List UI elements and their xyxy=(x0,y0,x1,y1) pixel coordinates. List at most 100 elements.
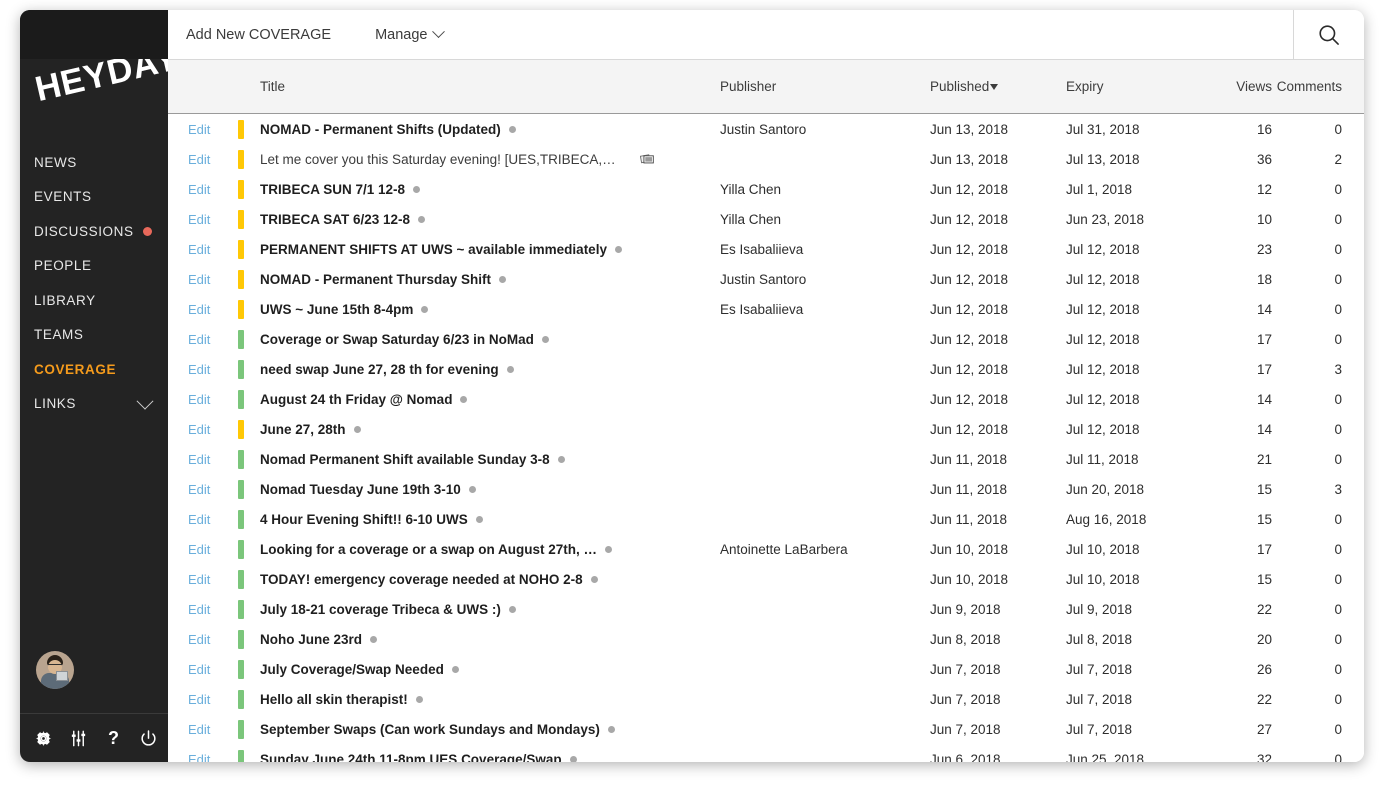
table-row[interactable]: Edit June 27, 28th Jun 12, 2018 Jul 12, 201… xyxy=(168,414,1364,444)
status-color-bar xyxy=(238,299,244,319)
row-title-cell[interactable]: TRIBECA SAT 6/23 12-8 xyxy=(260,212,720,227)
table-row[interactable]: Edit July 18-21 coverage Tribeca & UWS :)… xyxy=(168,594,1364,624)
sidebar-item-events[interactable]: EVENTS xyxy=(20,180,168,215)
table-row[interactable]: Edit TRIBECA SAT 6/23 12-8 Yilla Chen Jun 1… xyxy=(168,204,1364,234)
row-title-cell[interactable]: TRIBECA SUN 7/1 12-8 xyxy=(260,182,720,197)
row-title-cell[interactable]: 4 Hour Evening Shift!! 6-10 UWS xyxy=(260,512,720,527)
edit-link[interactable]: Edit xyxy=(188,572,210,587)
row-title-cell[interactable]: June 27, 28th xyxy=(260,422,720,437)
edit-link[interactable]: Edit xyxy=(188,122,210,137)
table-row[interactable]: Edit September Swaps (Can work Sundays an… xyxy=(168,714,1364,744)
table-row[interactable]: Edit PERMANENT SHIFTS AT UWS ~ available … xyxy=(168,234,1364,264)
header-comments[interactable]: Comments xyxy=(1272,79,1364,94)
table-row[interactable]: Edit Looking for a coverage or a swap on … xyxy=(168,534,1364,564)
power-icon[interactable] xyxy=(139,729,158,748)
edit-link[interactable]: Edit xyxy=(188,242,210,257)
header-expiry[interactable]: Expiry xyxy=(1066,79,1196,94)
header-views[interactable]: Views xyxy=(1196,79,1272,94)
row-title-cell[interactable]: NOMAD - Permanent Thursday Shift xyxy=(260,272,720,287)
sidebar-item-library[interactable]: LIBRARY xyxy=(20,283,168,318)
row-title-cell[interactable]: Hello all skin therapist! xyxy=(260,692,720,707)
status-dot-icon xyxy=(605,545,613,553)
edit-link[interactable]: Edit xyxy=(188,452,210,467)
sidebar-item-people[interactable]: PEOPLE xyxy=(20,249,168,284)
sidebar-item-news[interactable]: NEWS xyxy=(20,145,168,180)
row-title-cell[interactable]: Looking for a coverage or a swap on Augu… xyxy=(260,542,720,557)
row-title-cell[interactable]: Sunday June 24th 11-8pm UES Coverage/Swa… xyxy=(260,752,720,762)
row-comments-count: 3 xyxy=(1334,481,1342,497)
sidebar-item-teams[interactable]: TEAMS xyxy=(20,318,168,353)
row-title-cell[interactable]: PERMANENT SHIFTS AT UWS ~ available imme… xyxy=(260,242,720,257)
edit-link[interactable]: Edit xyxy=(188,272,210,287)
table-row[interactable]: Edit August 24 th Friday @ Nomad Jun 12, 2… xyxy=(168,384,1364,414)
table-row[interactable]: Edit Noho June 23rd Jun 8, 2018 Jul 8, 2018… xyxy=(168,624,1364,654)
header-title[interactable]: Title xyxy=(260,79,720,94)
header-published[interactable]: Published xyxy=(930,79,1066,94)
edit-link[interactable]: Edit xyxy=(188,512,210,527)
status-color-bar xyxy=(238,359,244,379)
table-row[interactable]: Edit Nomad Tuesday June 19th 3-10 Jun 11, … xyxy=(168,474,1364,504)
edit-link[interactable]: Edit xyxy=(188,542,210,557)
manage-menu-button[interactable]: Manage xyxy=(375,25,446,43)
row-title-cell[interactable]: TODAY! emergency coverage needed at NOHO… xyxy=(260,572,720,587)
row-status-bar-cell xyxy=(238,299,260,319)
row-title-cell[interactable]: July Coverage/Swap Needed xyxy=(260,662,720,677)
row-title-cell[interactable]: NOMAD - Permanent Shifts (Updated) xyxy=(260,122,720,137)
table-row[interactable]: Edit NOMAD - Permanent Shifts (Updated) Ju… xyxy=(168,114,1364,144)
gear-icon[interactable] xyxy=(34,729,53,748)
row-views-count: 36 xyxy=(1256,151,1272,167)
edit-link[interactable]: Edit xyxy=(188,422,210,437)
row-status-bar-cell xyxy=(238,419,260,439)
edit-link[interactable]: Edit xyxy=(188,632,210,647)
table-row[interactable]: Edit Sunday June 24th 11-8pm UES Coverage… xyxy=(168,744,1364,762)
row-title: July Coverage/Swap Needed xyxy=(260,661,444,677)
table-row[interactable]: Edit Coverage or Swap Saturday 6/23 in No… xyxy=(168,324,1364,354)
edit-link[interactable]: Edit xyxy=(188,212,210,227)
table-row[interactable]: Edit TODAY! emergency coverage needed at … xyxy=(168,564,1364,594)
coverage-table-body[interactable]: Edit NOMAD - Permanent Shifts (Updated) Ju… xyxy=(168,114,1364,762)
edit-link[interactable]: Edit xyxy=(188,662,210,677)
edit-link[interactable]: Edit xyxy=(188,152,210,167)
help-icon[interactable]: ? xyxy=(104,729,123,748)
edit-link[interactable]: Edit xyxy=(188,182,210,197)
table-row[interactable]: Edit July Coverage/Swap Needed Jun 7, 2018… xyxy=(168,654,1364,684)
edit-link[interactable]: Edit xyxy=(188,332,210,347)
edit-link[interactable]: Edit xyxy=(188,482,210,497)
table-row[interactable]: Edit Nomad Permanent Shift available Sund… xyxy=(168,444,1364,474)
table-row[interactable]: Edit NOMAD - Permanent Thursday Shift Just… xyxy=(168,264,1364,294)
table-row[interactable]: Edit Hello all skin therapist! Jun 7, 2018… xyxy=(168,684,1364,714)
row-title-cell[interactable]: UWS ~ June 15th 8-4pm xyxy=(260,302,720,317)
table-row[interactable]: Edit TRIBECA SUN 7/1 12-8 Yilla Chen Jun 12… xyxy=(168,174,1364,204)
sidebar-item-links[interactable]: LINKS xyxy=(20,387,168,422)
sidebar-item-coverage[interactable]: COVERAGE xyxy=(20,352,168,387)
avatar[interactable] xyxy=(36,651,74,689)
edit-link[interactable]: Edit xyxy=(188,302,210,317)
add-new-coverage-button[interactable]: Add New COVERAGE xyxy=(186,27,331,43)
row-title-cell[interactable]: Coverage or Swap Saturday 6/23 in NoMad xyxy=(260,332,720,347)
row-title-cell[interactable]: Nomad Permanent Shift available Sunday 3… xyxy=(260,452,720,467)
header-publisher[interactable]: Publisher xyxy=(720,79,930,94)
row-published-date: Jun 11, 2018 xyxy=(930,451,1008,467)
row-title-cell[interactable]: Let me cover you this Saturday evening! … xyxy=(260,152,720,167)
search-button[interactable] xyxy=(1293,10,1364,59)
table-row[interactable]: Edit UWS ~ June 15th 8-4pm Es Isabaliieva J… xyxy=(168,294,1364,324)
row-title-cell[interactable]: need swap June 27, 28 th for evening xyxy=(260,362,720,377)
edit-link[interactable]: Edit xyxy=(188,392,210,407)
row-title-cell[interactable]: Noho June 23rd xyxy=(260,632,720,647)
sliders-icon[interactable] xyxy=(69,729,88,748)
manage-label: Manage xyxy=(375,26,428,43)
row-title-cell[interactable]: August 24 th Friday @ Nomad xyxy=(260,392,720,407)
edit-link[interactable]: Edit xyxy=(188,722,210,737)
table-row[interactable]: Edit 4 Hour Evening Shift!! 6-10 UWS Jun 1… xyxy=(168,504,1364,534)
row-title-cell[interactable]: Nomad Tuesday June 19th 3-10 xyxy=(260,482,720,497)
edit-link[interactable]: Edit xyxy=(188,362,210,377)
edit-link[interactable]: Edit xyxy=(188,752,210,763)
brand-logo[interactable]: HEYDAY xyxy=(20,59,168,129)
table-row[interactable]: Edit Let me cover you this Saturday eveni… xyxy=(168,144,1364,174)
edit-link[interactable]: Edit xyxy=(188,602,210,617)
row-title-cell[interactable]: July 18-21 coverage Tribeca & UWS :) xyxy=(260,602,720,617)
row-title-cell[interactable]: September Swaps (Can work Sundays and Mo… xyxy=(260,722,720,737)
edit-link[interactable]: Edit xyxy=(188,692,210,707)
sidebar-item-discussions[interactable]: DISCUSSIONS xyxy=(20,214,168,249)
table-row[interactable]: Edit need swap June 27, 28 th for evening… xyxy=(168,354,1364,384)
